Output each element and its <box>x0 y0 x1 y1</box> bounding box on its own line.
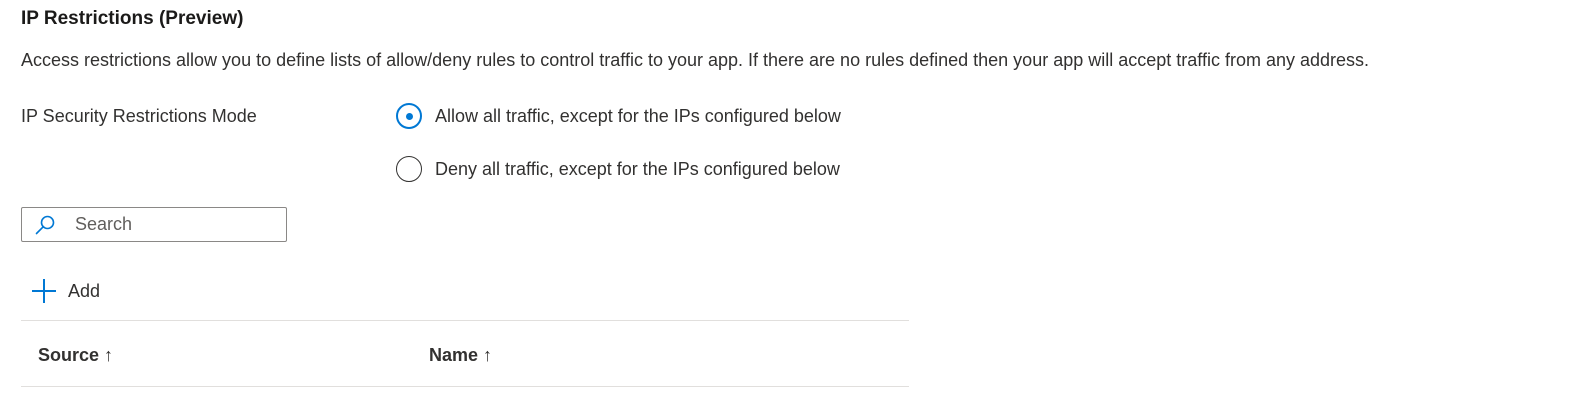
radio-button-allow[interactable] <box>396 103 422 129</box>
radio-option-deny[interactable]: Deny all traffic, except for the IPs con… <box>396 154 840 184</box>
sort-ascending-icon: ↑ <box>483 345 493 365</box>
radio-button-deny[interactable] <box>396 156 422 182</box>
radio-label-deny: Deny all traffic, except for the IPs con… <box>435 159 840 179</box>
add-button-label: Add <box>68 281 101 301</box>
column-header-name[interactable]: Name ↑ <box>429 343 492 367</box>
plus-icon <box>32 279 56 303</box>
radio-label-allow: Allow all traffic, except for the IPs co… <box>435 106 841 126</box>
ip-security-mode-label: IP Security Restrictions Mode <box>21 106 257 126</box>
search-input[interactable] <box>75 214 255 235</box>
column-header-source-label: Source <box>38 345 100 365</box>
column-header-source[interactable]: Source ↑ <box>38 343 113 367</box>
sort-ascending-icon: ↑ <box>104 345 114 365</box>
search-icon <box>35 215 55 234</box>
page-title: IP Restrictions (Preview) <box>21 8 244 29</box>
table-header-divider <box>21 386 909 387</box>
radio-option-allow[interactable]: Allow all traffic, except for the IPs co… <box>396 101 841 131</box>
description-text: Access restrictions allow you to define … <box>21 50 1370 70</box>
table-top-divider <box>21 320 909 321</box>
column-header-name-label: Name <box>429 345 479 365</box>
search-box[interactable] <box>21 207 287 242</box>
add-button[interactable]: Add <box>31 277 100 305</box>
